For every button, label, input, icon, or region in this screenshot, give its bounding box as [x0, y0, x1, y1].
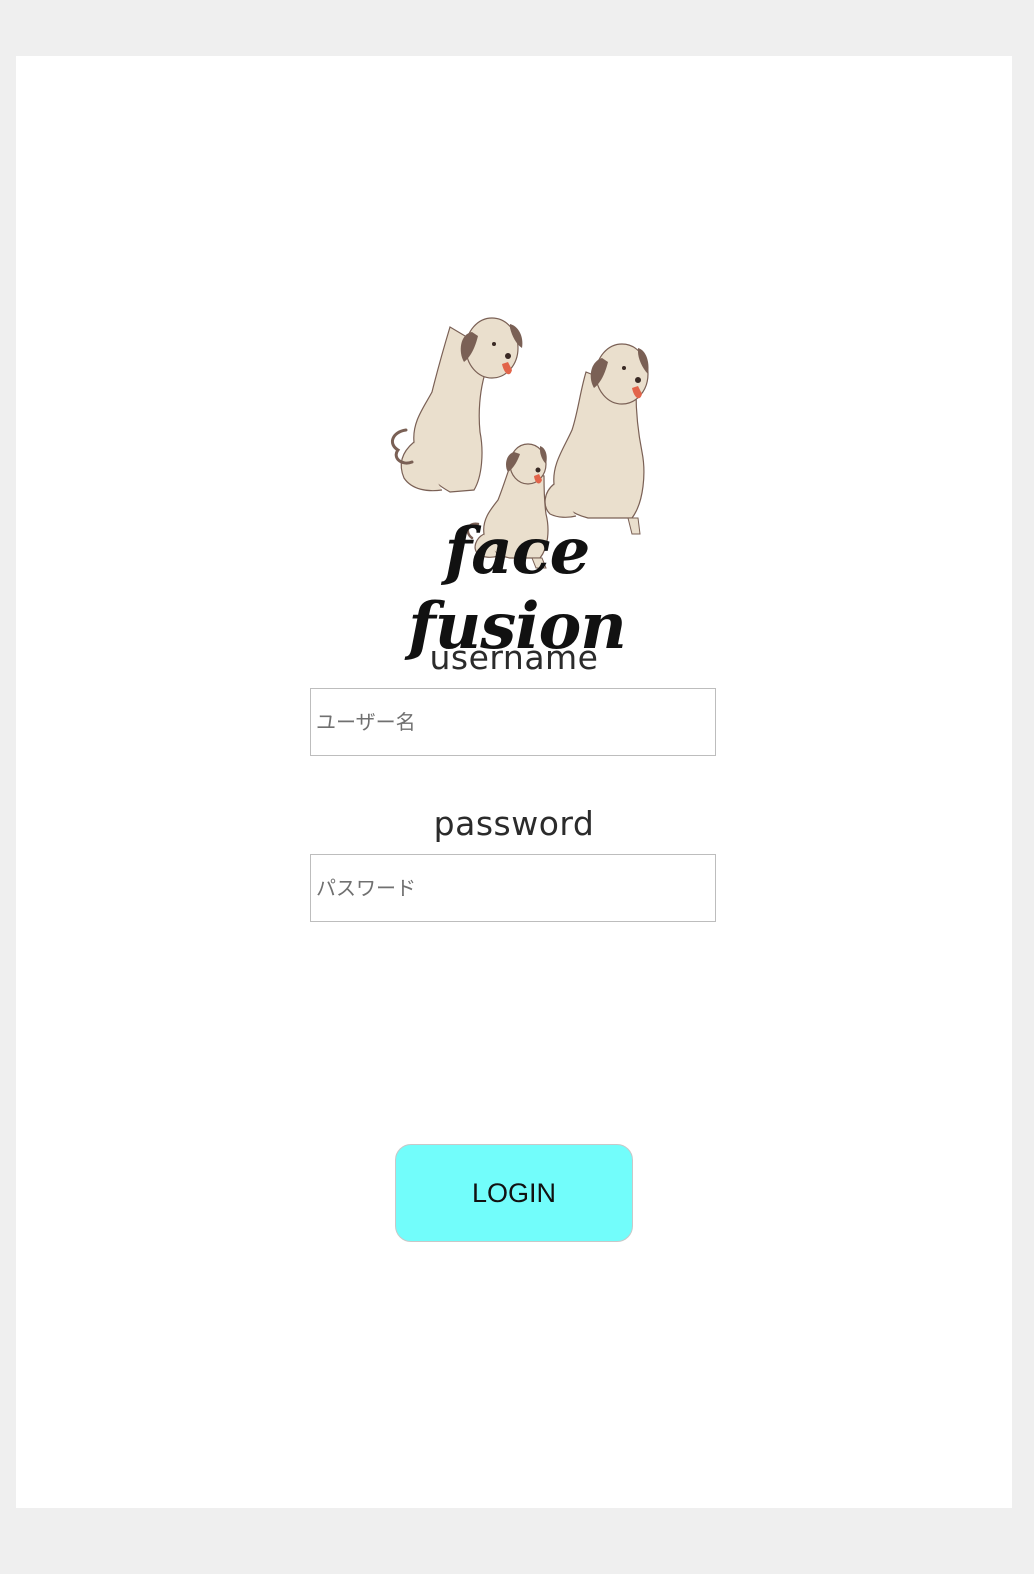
login-card: face fusion username password LOGIN: [16, 56, 1012, 1508]
username-input[interactable]: [310, 688, 716, 756]
login-button[interactable]: LOGIN: [395, 1144, 633, 1242]
password-label: password: [433, 804, 595, 843]
dog-right: [544, 343, 649, 535]
password-input[interactable]: [310, 854, 716, 922]
dog-left: [390, 317, 523, 493]
face-fusion-logo: face fusion: [332, 252, 702, 664]
username-label: username: [429, 638, 599, 677]
